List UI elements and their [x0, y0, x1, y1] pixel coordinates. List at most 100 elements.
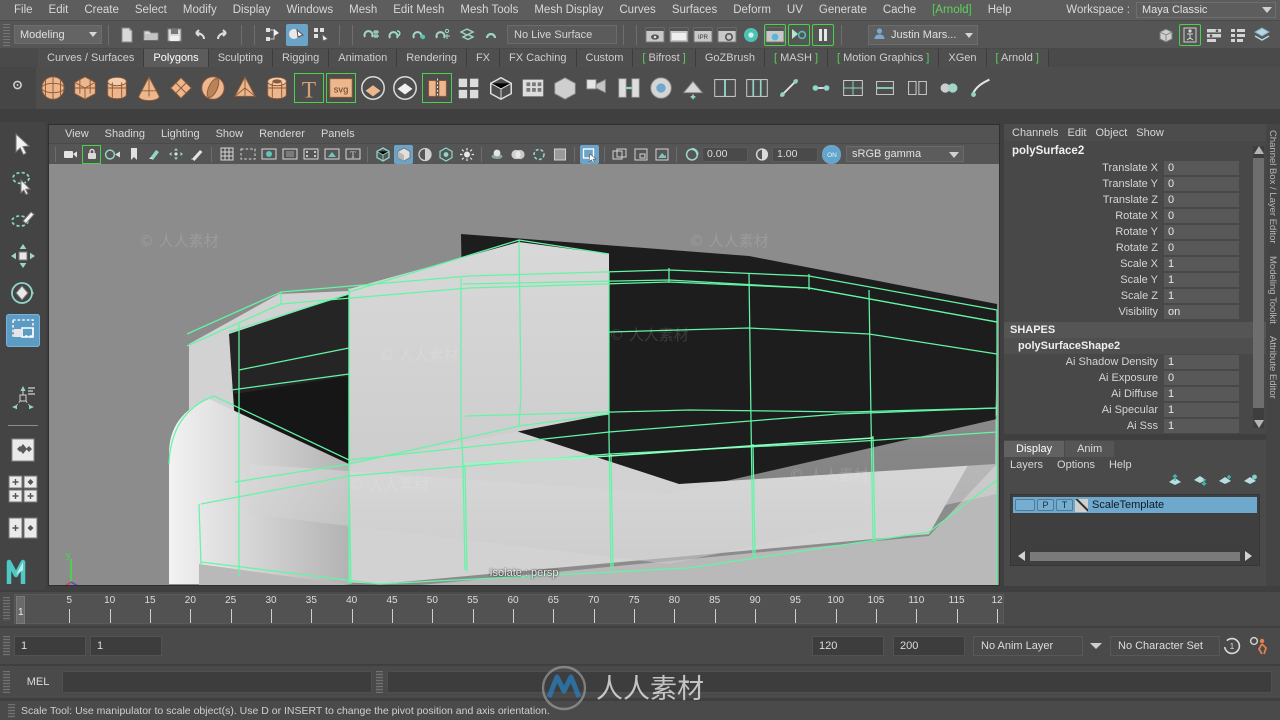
- channel-value-field[interactable]: 1: [1164, 419, 1239, 433]
- film-origin-icon[interactable]: [301, 145, 320, 164]
- menu-item-uv[interactable]: UV: [779, 2, 811, 18]
- snap-projected-center-icon[interactable]: [432, 24, 454, 46]
- boolean-union-icon[interactable]: [358, 72, 388, 104]
- attribute-editor-icon[interactable]: [1179, 24, 1201, 46]
- layer-list[interactable]: P T ScaleTemplate: [1010, 494, 1260, 566]
- layer-move-up-icon[interactable]: [1158, 473, 1183, 490]
- poly-cylinder-icon[interactable]: [102, 72, 132, 104]
- textured-icon[interactable]: [436, 145, 455, 164]
- viewport-menu-lighting[interactable]: Lighting: [153, 127, 208, 141]
- channel-row[interactable]: Scale X 1: [1004, 256, 1266, 272]
- viewport-menu-panels[interactable]: Panels: [313, 127, 363, 141]
- shelf-tab-mash[interactable]: [ MASH ]: [764, 49, 829, 67]
- channel-value-field[interactable]: 0: [1164, 161, 1239, 175]
- anim-start-field[interactable]: 1: [14, 636, 86, 656]
- user-account-dropdown[interactable]: Justin Mars...: [868, 24, 978, 45]
- rotate-tool[interactable]: [6, 276, 40, 309]
- make-live-icon[interactable]: [480, 24, 502, 46]
- shelf-tab-motion-graphics[interactable]: [ Motion Graphics ]: [828, 49, 940, 67]
- menu-item-help[interactable]: Help: [980, 2, 1020, 18]
- shelf-options-icon[interactable]: [10, 78, 26, 94]
- shelf-tab-fx-caching[interactable]: FX Caching: [500, 49, 577, 67]
- insert-edge-loop-icon[interactable]: [710, 72, 740, 104]
- poly-svg-icon[interactable]: svg: [326, 72, 356, 104]
- channel-value-field[interactable]: on: [1164, 305, 1239, 319]
- boolean-difference-icon[interactable]: [390, 72, 420, 104]
- mirror-icon[interactable]: [518, 72, 548, 104]
- select-hierarchy-icon[interactable]: [262, 24, 284, 46]
- menu-item-file[interactable]: File: [6, 2, 41, 18]
- menu-item-mesh[interactable]: Mesh: [341, 2, 385, 18]
- film-gate-toggle-icon[interactable]: [631, 145, 650, 164]
- render-current-frame-icon[interactable]: [668, 24, 690, 46]
- four-pane-layout[interactable]: [6, 473, 40, 506]
- range-row-drag-handle[interactable]: [3, 636, 10, 656]
- layer-new-from-selected-icon[interactable]: [1233, 474, 1258, 490]
- poly-pyramid-icon[interactable]: [230, 72, 260, 104]
- ambient-occlusion-icon[interactable]: [508, 145, 527, 164]
- single-pane-layout[interactable]: [6, 434, 40, 467]
- layer-editor-icon[interactable]: [1251, 24, 1273, 46]
- exposure-icon[interactable]: [652, 145, 671, 164]
- side-tab-channel-box[interactable]: Channel Box / Layer Editor: [1266, 124, 1279, 250]
- menu-item-mesh-tools[interactable]: Mesh Tools: [452, 2, 526, 18]
- lasso-select-tool[interactable]: [6, 165, 40, 198]
- layer-menu-help[interactable]: Help: [1109, 459, 1146, 471]
- scroll-down-arrow-icon[interactable]: [1254, 420, 1264, 428]
- time-slider-drag-handle[interactable]: [3, 597, 10, 621]
- menu-item-mesh-display[interactable]: Mesh Display: [526, 2, 611, 18]
- shelf-tab-xgen[interactable]: XGen: [939, 49, 987, 67]
- shelf-tab-curves-surfaces[interactable]: Curves / Surfaces: [38, 49, 145, 67]
- scroll-right-arrow-icon[interactable]: [1245, 551, 1252, 561]
- time-slider-track[interactable]: 1 5 10 15 20 25 30 35 40 45 50 55 60 65 70 75 80 85 90 95 1…: [14, 594, 1004, 624]
- menu-item-display[interactable]: Display: [225, 2, 279, 18]
- auto-keyframe-icon[interactable]: 1: [1222, 636, 1242, 659]
- motion-blur-icon[interactable]: [529, 145, 548, 164]
- light-settings-icon[interactable]: [788, 24, 810, 46]
- poly-pipe-icon[interactable]: [262, 72, 292, 104]
- anim-layer-chevron-icon[interactable]: [1090, 643, 1102, 649]
- shelf-tab-custom[interactable]: Custom: [576, 49, 634, 67]
- 2d-pan-zoom-icon[interactable]: [166, 145, 185, 164]
- menu-item-edit[interactable]: Edit: [41, 2, 77, 18]
- grid-toggle-icon[interactable]: [610, 145, 629, 164]
- undo-icon[interactable]: [188, 24, 210, 46]
- exposure-field[interactable]: 0.00: [702, 146, 748, 162]
- channel-box-scrollbar[interactable]: [1253, 146, 1264, 428]
- bridge-icon[interactable]: [614, 72, 644, 104]
- ipr-render-icon[interactable]: IPR: [692, 24, 714, 46]
- anim-layer-dropdown[interactable]: No Anim Layer: [973, 636, 1083, 656]
- gate-mask-icon[interactable]: [280, 145, 299, 164]
- menu-item-edit-mesh[interactable]: Edit Mesh: [385, 2, 452, 18]
- smooth-icon[interactable]: [486, 72, 516, 104]
- viewport-menu-show[interactable]: Show: [208, 127, 252, 141]
- channel-row[interactable]: Visibility on: [1004, 304, 1266, 320]
- menu-item-create[interactable]: Create: [76, 2, 127, 18]
- shadows-icon[interactable]: [487, 145, 506, 164]
- side-tab-attribute-editor[interactable]: Attribute Editor: [1266, 330, 1279, 405]
- render-view-icon[interactable]: [644, 24, 666, 46]
- image-plane-icon[interactable]: [145, 145, 164, 164]
- new-scene-icon[interactable]: [116, 24, 138, 46]
- command-line-splitter[interactable]: [376, 671, 383, 693]
- shelf-tab-fx[interactable]: FX: [466, 49, 501, 67]
- character-set-dropdown[interactable]: No Character Set: [1110, 636, 1220, 656]
- multi-cut-icon[interactable]: [774, 72, 804, 104]
- layer-color-swatch[interactable]: [1075, 498, 1088, 512]
- snap-view-plane-icon[interactable]: [456, 24, 478, 46]
- menu-set-dropdown[interactable]: Modeling: [14, 25, 102, 44]
- channel-value-field[interactable]: 0: [1164, 193, 1239, 207]
- pause-icon[interactable]: [812, 24, 834, 46]
- hypershade-icon[interactable]: [740, 24, 762, 46]
- connect-icon[interactable]: [870, 72, 900, 104]
- animation-preferences-icon[interactable]: [1248, 636, 1270, 659]
- shelf-tab-bifrost[interactable]: [ Bifrost ]: [633, 49, 696, 67]
- gamma-icon[interactable]: [752, 145, 771, 164]
- shaded-wireframe-icon[interactable]: [415, 145, 434, 164]
- append-polygon-icon[interactable]: [678, 72, 708, 104]
- shelf-tab-gozbrush[interactable]: GoZBrush: [695, 49, 765, 67]
- quad-draw-icon[interactable]: [838, 72, 868, 104]
- tool-settings-icon[interactable]: [1203, 24, 1225, 46]
- channel-value-field[interactable]: 0: [1164, 209, 1239, 223]
- select-object-icon[interactable]: [286, 23, 308, 46]
